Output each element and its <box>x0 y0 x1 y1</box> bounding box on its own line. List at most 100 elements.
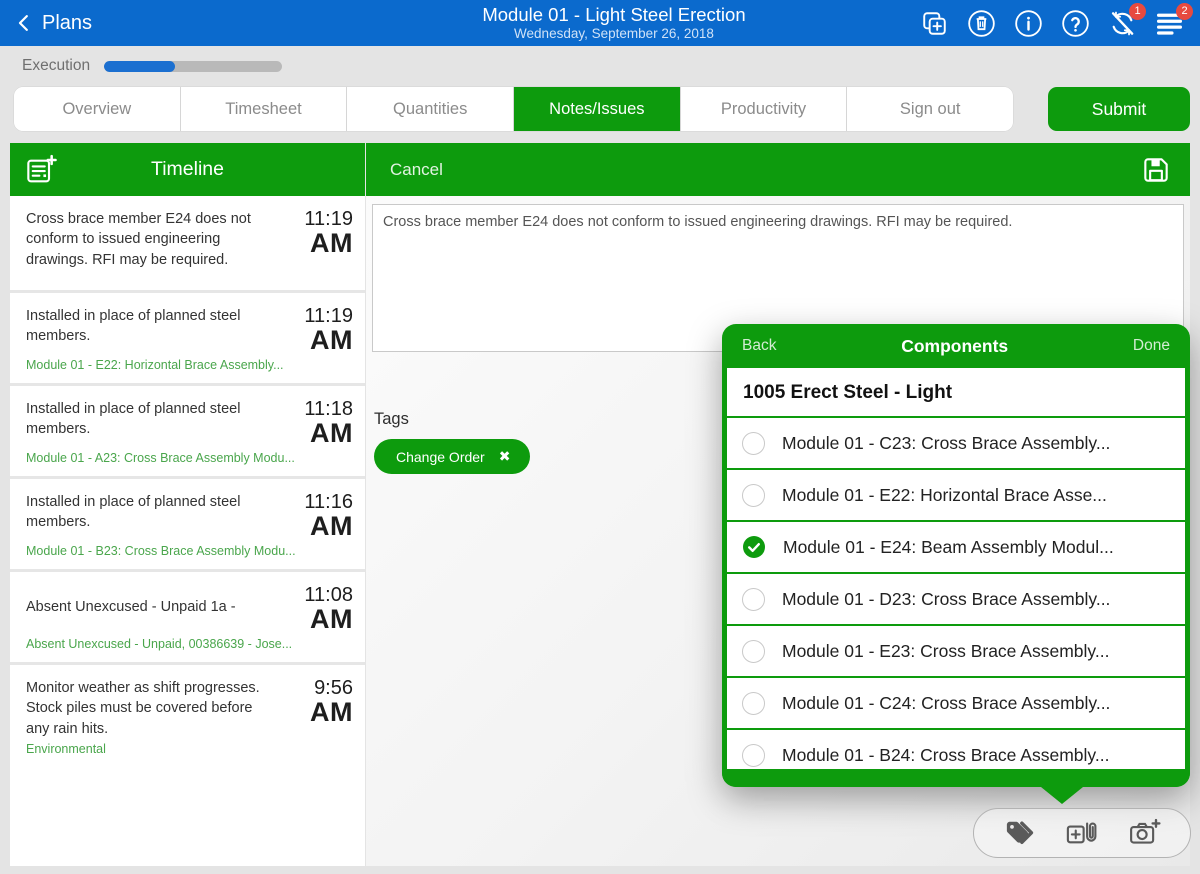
timeline-item-time: 11:16 AM <box>296 492 353 558</box>
timeline-item[interactable]: Absent Unexcused - Unpaid 1a - Absent Un… <box>10 572 365 665</box>
component-option-label: Module 01 - B24: Cross Brace Assembly... <box>782 745 1109 766</box>
sync-disabled-button[interactable]: 1 <box>1108 9 1137 38</box>
component-option[interactable]: Module 01 - C23: Cross Brace Assembly... <box>727 418 1185 470</box>
app-window: Plans Module 01 - Light Steel Erection W… <box>0 0 1200 874</box>
tag-remove-icon[interactable]: ✖ <box>499 448 511 465</box>
timeline-item-subtitle: Environmental <box>26 742 269 756</box>
tab-overview[interactable]: Overview <box>14 87 181 131</box>
duplicate-button[interactable] <box>920 9 949 38</box>
timeline-item-subtitle: Module 01 - A23: Cross Brace Assembly Mo… <box>26 451 295 465</box>
radio-unselected-icon[interactable] <box>742 588 765 611</box>
popover-back-button[interactable]: Back <box>742 337 776 355</box>
timeline-item-clock: 11:19 <box>284 306 353 327</box>
phase-progress-bar <box>104 61 282 72</box>
tab-strip: Overview Timesheet Quantities Notes/Issu… <box>14 87 1013 131</box>
delete-button[interactable] <box>967 9 996 38</box>
popover-done-button[interactable]: Done <box>1133 337 1170 355</box>
radio-unselected-icon[interactable] <box>742 432 765 455</box>
component-option-label: Module 01 - E23: Cross Brace Assembly... <box>782 641 1109 662</box>
timeline-item-main: Absent Unexcused - Unpaid 1a - Absent Un… <box>26 585 292 651</box>
component-option[interactable]: Module 01 - C24: Cross Brace Assembly... <box>727 678 1185 730</box>
timeline-item-main: Cross brace member E24 does not conform … <box>26 209 269 279</box>
phase-progress-fill <box>104 61 175 72</box>
timeline-item-meridiem: AM <box>269 230 353 257</box>
info-button[interactable] <box>1014 9 1043 38</box>
timeline-item-subtitle: Module 01 - B23: Cross Brace Assembly Mo… <box>26 544 296 558</box>
timeline-item-text: Cross brace member E24 does not conform … <box>26 209 266 270</box>
attachment-toolbar <box>973 808 1191 858</box>
component-section-header: 1005 Erect Steel - Light <box>727 368 1185 418</box>
timeline-item[interactable]: Installed in place of planned steel memb… <box>10 293 365 386</box>
timeline-item-text: Absent Unexcused - Unpaid 1a - <box>26 597 266 617</box>
timeline-item[interactable]: Cross brace member E24 does not conform … <box>10 196 365 293</box>
cancel-button[interactable]: Cancel <box>390 160 443 180</box>
timeline-header: Timeline <box>10 143 365 196</box>
chevron-left-icon <box>14 12 36 34</box>
component-option[interactable]: Module 01 - D23: Cross Brace Assembly... <box>727 574 1185 626</box>
tag-chip-label: Change Order <box>396 449 485 465</box>
popover-arrow <box>1041 787 1083 804</box>
tab-productivity[interactable]: Productivity <box>681 87 848 131</box>
timeline-item-time: 11:19 AM <box>284 306 353 372</box>
sync-badge: 1 <box>1129 3 1146 20</box>
component-option[interactable]: Module 01 - E22: Horizontal Brace Asse..… <box>727 470 1185 522</box>
components-popover: Back Components Done 1005 Erect Steel - … <box>722 324 1190 787</box>
editor-header: Cancel <box>366 143 1190 196</box>
back-to-plans-button[interactable]: Plans <box>0 12 344 35</box>
info-icon <box>1014 9 1043 38</box>
timeline-item-clock: 11:18 <box>295 399 353 420</box>
tag-icon <box>1003 818 1037 848</box>
timeline-item-meridiem: AM <box>292 606 353 633</box>
phase-label: Execution <box>22 57 90 75</box>
component-option-selected[interactable]: Module 01 - E24: Beam Assembly Modul... <box>727 522 1185 574</box>
help-button[interactable] <box>1061 9 1090 38</box>
camera-add-icon <box>1128 818 1162 848</box>
radio-unselected-icon[interactable] <box>742 640 765 663</box>
timeline-item[interactable]: Installed in place of planned steel memb… <box>10 386 365 479</box>
trash-icon <box>967 9 996 38</box>
navbar-actions: 1 2 <box>884 9 1200 38</box>
component-option-label: Module 01 - C23: Cross Brace Assembly... <box>782 433 1110 454</box>
tab-notes-issues[interactable]: Notes/Issues <box>514 87 681 131</box>
radio-unselected-icon[interactable] <box>742 692 765 715</box>
timeline-item-subtitle: Absent Unexcused - Unpaid, 00386639 - Jo… <box>26 637 292 651</box>
component-option-label: Module 01 - C24: Cross Brace Assembly... <box>782 693 1110 714</box>
menu-button[interactable]: 2 <box>1155 9 1184 38</box>
timeline-list: Cross brace member E24 does not conform … <box>10 196 365 767</box>
duplicate-icon <box>920 9 949 38</box>
timeline-item-main: Installed in place of planned steel memb… <box>26 492 296 558</box>
timeline-item-main: Installed in place of planned steel memb… <box>26 399 295 465</box>
submit-button[interactable]: Submit <box>1048 87 1190 131</box>
timeline-item-time: 11:19 AM <box>269 209 353 279</box>
component-option[interactable]: Module 01 - B24: Cross Brace Assembly... <box>727 730 1185 769</box>
tab-timesheet[interactable]: Timesheet <box>181 87 348 131</box>
save-button[interactable] <box>1140 154 1172 186</box>
component-option-label: Module 01 - E22: Horizontal Brace Asse..… <box>782 485 1107 506</box>
page-title: Module 01 - Light Steel Erection <box>344 4 884 26</box>
tags-tool-button[interactable] <box>1003 818 1037 848</box>
timeline-item-meridiem: AM <box>296 513 353 540</box>
timeline-item-time: 11:18 AM <box>295 399 353 465</box>
timeline-item[interactable]: Monitor weather as shift progresses. Sto… <box>10 665 365 767</box>
attach-file-button[interactable] <box>1065 818 1099 848</box>
radio-unselected-icon[interactable] <box>742 744 765 767</box>
timeline-item[interactable]: Installed in place of planned steel memb… <box>10 479 365 572</box>
attach-paperclip-icon <box>1065 818 1099 848</box>
tab-quantities[interactable]: Quantities <box>347 87 514 131</box>
timeline-item-subtitle: Module 01 - E22: Horizontal Brace Assemb… <box>26 358 284 372</box>
radio-unselected-icon[interactable] <box>742 484 765 507</box>
page-title-block: Module 01 - Light Steel Erection Wednesd… <box>344 4 884 42</box>
add-note-button[interactable] <box>25 154 57 186</box>
timeline-item-text: Monitor weather as shift progresses. Sto… <box>26 678 266 739</box>
tab-sign-out[interactable]: Sign out <box>847 87 1013 131</box>
timeline-panel: Timeline Cross brace member E24 does not… <box>10 143 365 866</box>
timeline-item-main: Monitor weather as shift progresses. Sto… <box>26 678 269 756</box>
popover-body: 1005 Erect Steel - Light Module 01 - C23… <box>727 368 1185 769</box>
tag-chip-change-order[interactable]: Change Order ✖ <box>374 439 530 474</box>
timeline-item-text: Installed in place of planned steel memb… <box>26 492 266 533</box>
component-option[interactable]: Module 01 - E23: Cross Brace Assembly... <box>727 626 1185 678</box>
timeline-item-main: Installed in place of planned steel memb… <box>26 306 284 372</box>
timeline-item-text: Installed in place of planned steel memb… <box>26 306 266 347</box>
add-photo-button[interactable] <box>1128 818 1162 848</box>
check-selected-icon[interactable] <box>742 535 766 559</box>
